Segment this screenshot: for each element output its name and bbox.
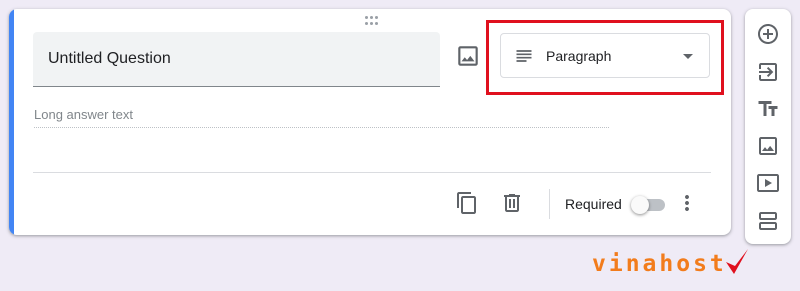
toggle-thumb [631,196,649,214]
paragraph-icon [516,50,532,62]
add-image-button[interactable] [455,43,481,69]
duplicate-button[interactable] [455,191,479,215]
required-label: Required [565,196,622,212]
add-video-icon [757,174,779,192]
add-question-button[interactable] [756,22,780,46]
question-card[interactable]: Untitled Question Paragraph Long answer … [9,9,731,235]
add-section-icon [759,212,777,230]
more-vert-icon [685,195,689,211]
more-options-button[interactable] [675,191,699,215]
logo-text: vinahost [592,251,727,277]
delete-button[interactable] [500,191,524,215]
dropdown-arrow-icon [683,54,693,59]
add-image-toolbar-button[interactable] [756,134,780,158]
question-title-text: Untitled Question [48,50,171,67]
required-toggle[interactable] [631,196,665,214]
add-image-icon [759,137,777,155]
add-title-button[interactable] [756,97,780,121]
side-toolbar [745,9,791,244]
question-type-dropdown[interactable]: Paragraph [500,33,710,78]
add-title-icon [758,101,778,116]
long-answer-placeholder: Long answer text [34,107,609,128]
card-divider [33,172,711,173]
import-questions-icon [759,63,777,81]
image-icon [458,46,478,66]
question-type-label: Paragraph [546,48,612,64]
copy-icon [457,192,476,214]
drag-handle-icon[interactable] [365,16,379,26]
footer-separator [549,189,550,219]
vinahost-logo: vinahost [592,249,748,279]
card-accent-bar [9,9,14,235]
import-questions-button[interactable] [756,60,780,84]
question-title-field[interactable]: Untitled Question [33,32,440,87]
trash-icon [504,194,520,212]
checkmark-logo-icon [726,249,748,274]
add-section-button[interactable] [756,208,780,232]
add-video-button[interactable] [756,171,780,195]
add-question-icon [758,24,778,44]
